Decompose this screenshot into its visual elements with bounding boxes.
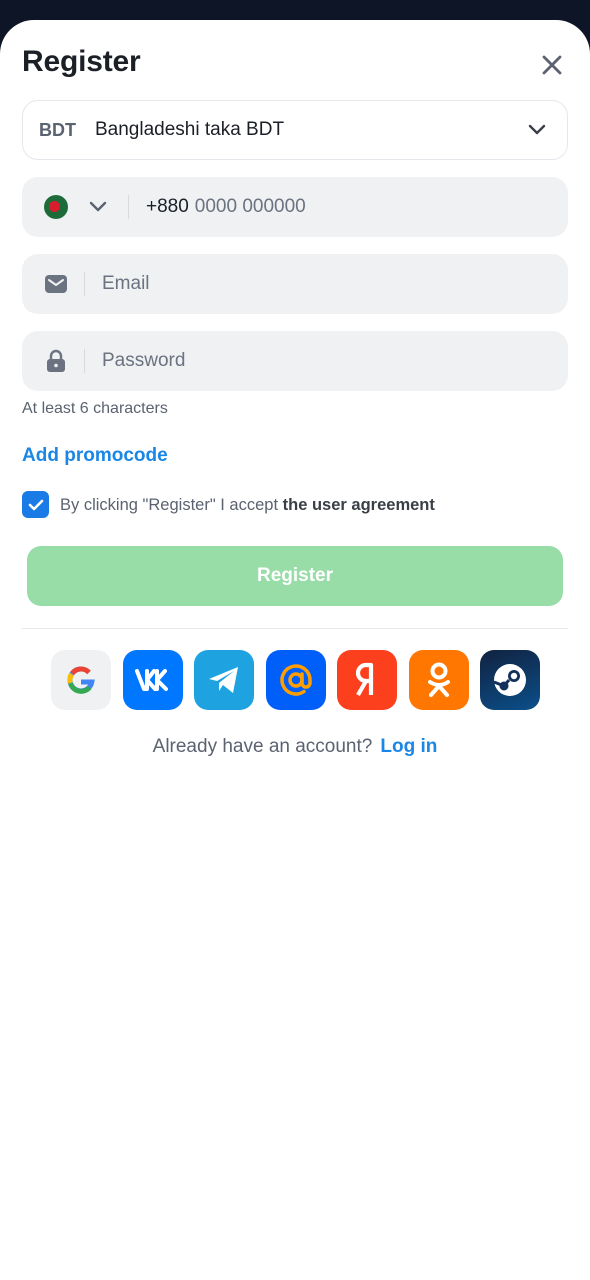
page-title: Register bbox=[22, 45, 141, 78]
google-login-button[interactable] bbox=[51, 650, 111, 710]
phone-field[interactable]: +880 0000 000000 bbox=[22, 177, 568, 237]
odnoklassniki-login-button[interactable] bbox=[408, 650, 469, 710]
password-hint: At least 6 characters bbox=[22, 400, 168, 417]
email-input[interactable]: Email bbox=[102, 273, 150, 295]
yandex-login-button[interactable] bbox=[337, 650, 397, 710]
at-sign-icon bbox=[279, 664, 312, 696]
phone-country-code: +880 bbox=[146, 196, 189, 217]
google-icon bbox=[67, 666, 95, 694]
close-button[interactable] bbox=[536, 49, 568, 81]
agreement-checkbox[interactable] bbox=[22, 491, 49, 518]
divider bbox=[128, 195, 129, 219]
login-prompt: Already have an account? Log in bbox=[0, 736, 590, 758]
register-button[interactable]: Register bbox=[27, 546, 563, 606]
user-agreement-link[interactable]: the user agreement bbox=[283, 496, 435, 514]
currency-select[interactable]: BDT Bangladeshi taka BDT bbox=[22, 100, 568, 160]
chevron-down-icon[interactable] bbox=[88, 197, 108, 217]
chevron-down-icon bbox=[527, 120, 547, 140]
mail-ru-login-button[interactable] bbox=[265, 650, 326, 710]
telegram-icon bbox=[209, 667, 238, 693]
password-field[interactable]: Password bbox=[22, 331, 568, 391]
steam-icon bbox=[493, 664, 526, 696]
vk-icon bbox=[134, 669, 168, 691]
social-login-row bbox=[51, 650, 540, 710]
currency-code: BDT bbox=[39, 119, 76, 140]
login-link[interactable]: Log in bbox=[380, 736, 437, 757]
phone-input[interactable]: 0000 000000 bbox=[195, 196, 306, 218]
divider bbox=[22, 628, 568, 629]
login-prompt-text: Already have an account? bbox=[152, 736, 373, 757]
divider bbox=[84, 272, 85, 296]
bangladesh-flag-icon[interactable] bbox=[44, 195, 68, 219]
checkmark-icon bbox=[28, 499, 43, 510]
telegram-login-button[interactable] bbox=[194, 650, 254, 710]
close-icon bbox=[542, 55, 562, 75]
odnoklassniki-icon bbox=[427, 662, 450, 697]
steam-login-button[interactable] bbox=[480, 650, 540, 710]
lock-icon bbox=[44, 349, 68, 373]
mail-icon bbox=[44, 272, 68, 296]
register-sheet: Register BDT Bangladeshi taka BDT +880 0… bbox=[0, 20, 590, 1280]
agreement-text: By clicking "Register" I accept the user… bbox=[60, 496, 435, 515]
agreement-label: By clicking "Register" I accept bbox=[60, 496, 279, 514]
password-input[interactable]: Password bbox=[102, 350, 185, 372]
divider bbox=[84, 349, 85, 373]
email-field[interactable]: Email bbox=[22, 254, 568, 314]
currency-name: Bangladeshi taka BDT bbox=[95, 119, 285, 140]
yandex-icon bbox=[355, 662, 374, 697]
vk-login-button[interactable] bbox=[122, 650, 183, 710]
add-promocode-link[interactable]: Add promocode bbox=[22, 445, 168, 467]
